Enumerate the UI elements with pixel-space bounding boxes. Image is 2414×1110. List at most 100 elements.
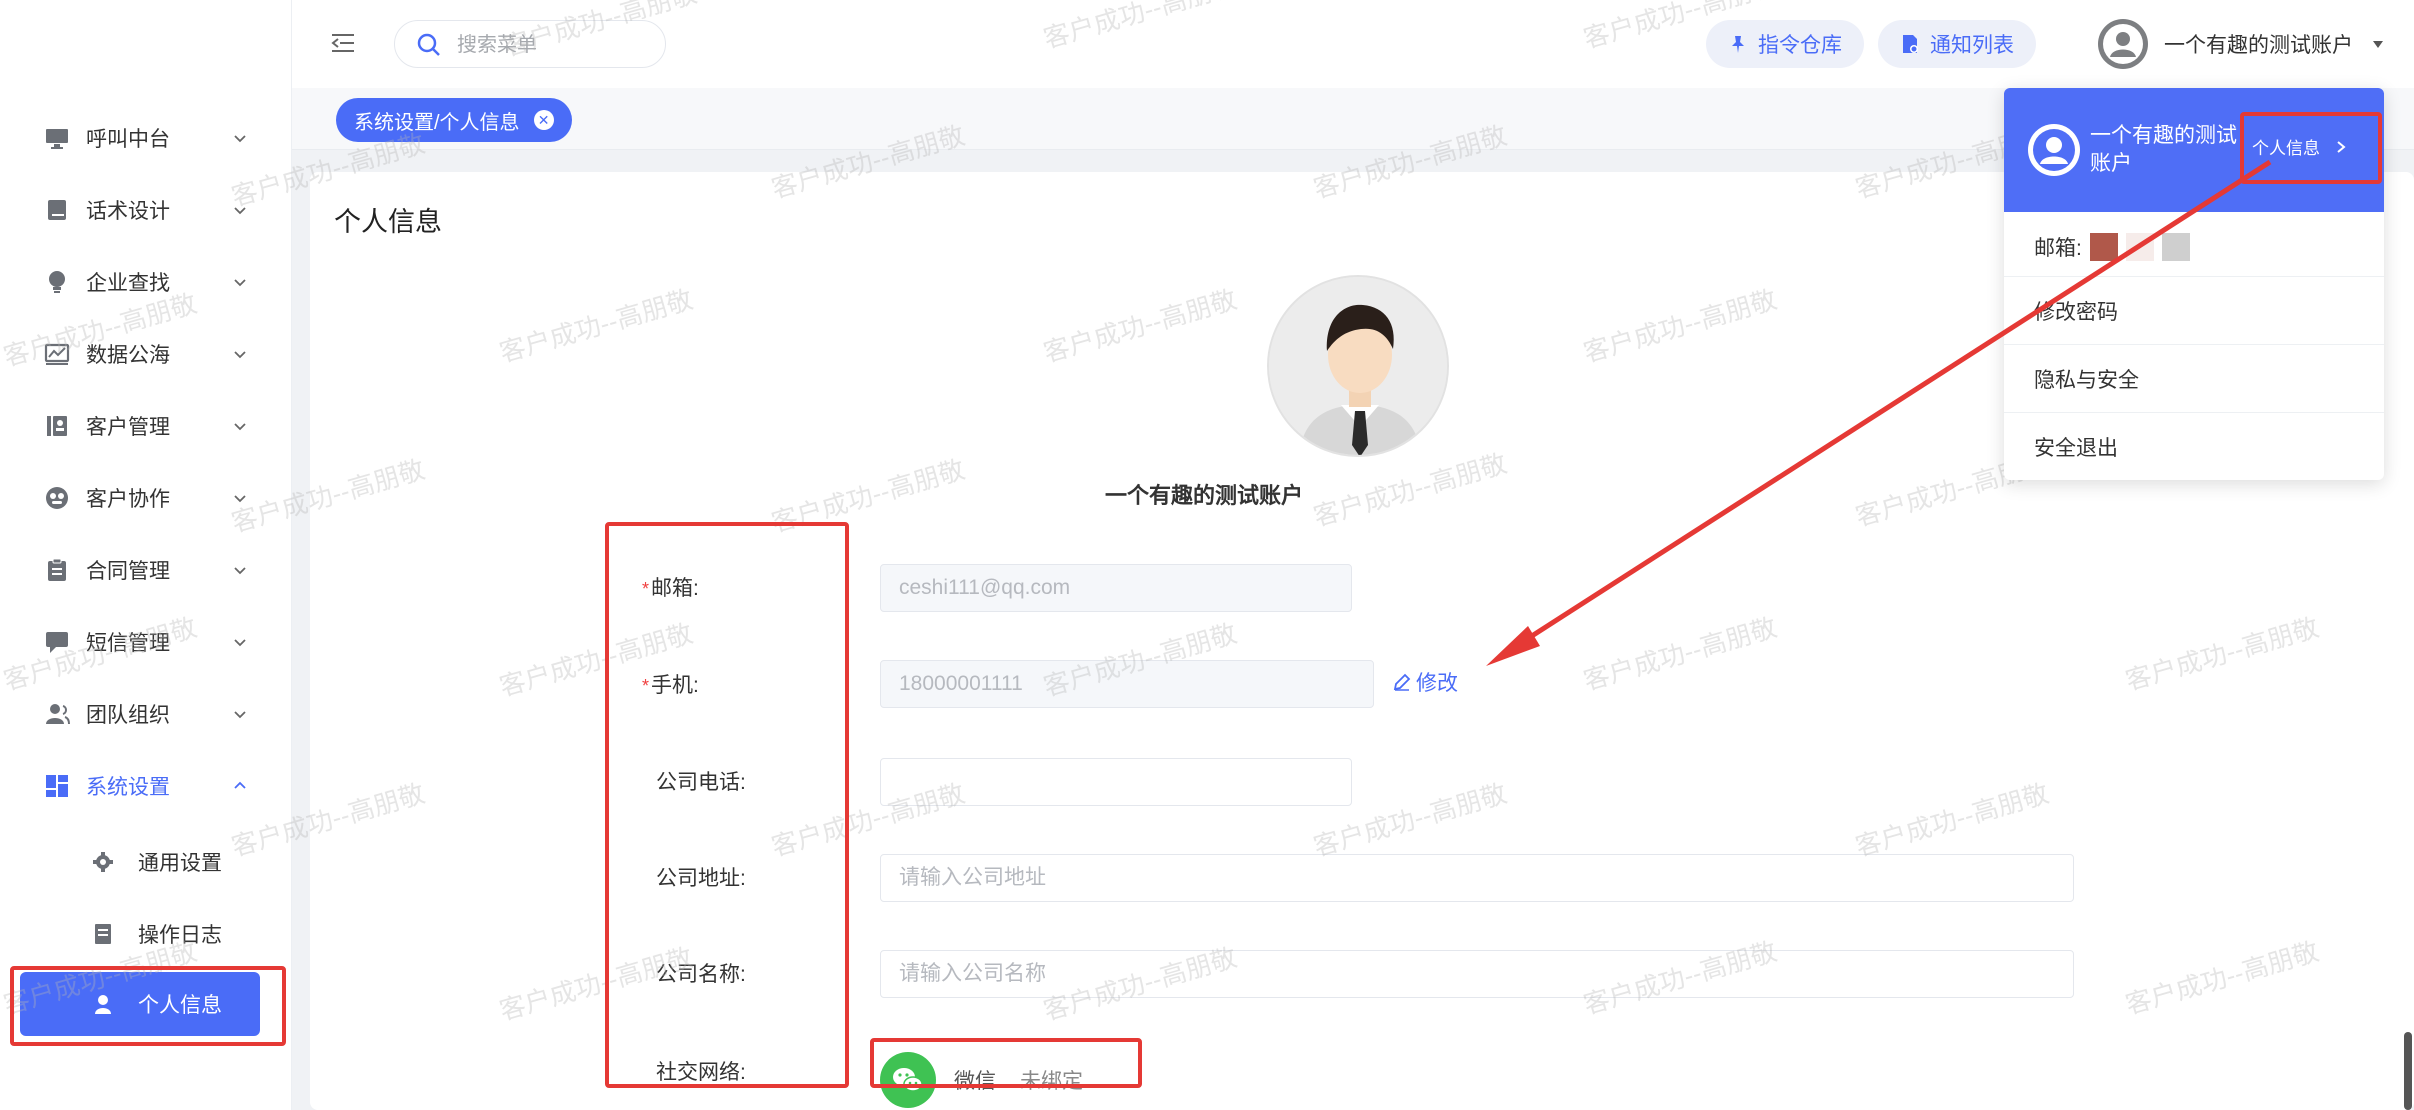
document-icon bbox=[92, 923, 114, 945]
company-name-field[interactable] bbox=[880, 950, 2074, 998]
sidebar-item-label: 个人信息 bbox=[138, 994, 222, 1017]
email-field[interactable] bbox=[880, 564, 1352, 612]
sidebar-item-label: 系统设置 bbox=[86, 776, 170, 799]
search-box bbox=[394, 20, 666, 68]
lightbulb-icon bbox=[44, 269, 70, 295]
profile-link-label: 个人信息 bbox=[2252, 139, 2320, 158]
pin-icon bbox=[1732, 36, 1744, 53]
company-address-label: 公司地址: bbox=[656, 867, 746, 890]
wechat-label: 微信 bbox=[954, 1070, 996, 1093]
sidebar: 呼叫中台 话术设计 企业查找 数据公海 客户管理 客户协作 合同管理 短信管理 … bbox=[0, 0, 292, 1110]
commands-button[interactable]: 指令仓库 bbox=[1706, 20, 1864, 68]
redacted-value bbox=[2089, 233, 2118, 261]
page-title: 个人信息 bbox=[334, 207, 442, 237]
caret-down-icon bbox=[2371, 37, 2385, 51]
chevron-down-icon bbox=[232, 130, 248, 146]
gear-icon bbox=[92, 851, 114, 873]
close-icon[interactable]: ✕ bbox=[533, 110, 554, 130]
edit-label: 修改 bbox=[1416, 672, 1458, 695]
privacy-security-item[interactable]: 隐私与安全 bbox=[2004, 344, 2384, 412]
email-label: *邮箱: bbox=[642, 572, 699, 602]
clipboard-icon bbox=[44, 557, 70, 583]
sidebar-item-company-search[interactable]: 企业查找 bbox=[0, 254, 292, 310]
tab-personal-info[interactable]: 系统设置/个人信息 ✕ bbox=[336, 98, 572, 142]
company-name-label: 公司名称: bbox=[656, 963, 746, 986]
company-phone-field[interactable] bbox=[880, 758, 1352, 806]
dropdown-email: 邮箱: bbox=[2034, 232, 2190, 262]
search-input[interactable] bbox=[457, 29, 652, 61]
phone-field[interactable] bbox=[880, 660, 1374, 708]
redacted-value bbox=[2161, 233, 2190, 261]
company-phone-label: 公司电话: bbox=[656, 771, 746, 794]
social-network-label: 社交网络: bbox=[656, 1061, 746, 1084]
dropdown-header: 一个有趣的测试账户 个人信息 bbox=[2004, 88, 2384, 212]
commands-label: 指令仓库 bbox=[1758, 34, 1842, 57]
dropdown-username: 一个有趣的测试账户 bbox=[2090, 124, 2237, 175]
sidebar-subitem-general-settings[interactable]: 通用设置 bbox=[0, 834, 292, 890]
wechat-icon[interactable] bbox=[880, 1052, 936, 1108]
chevron-up-icon bbox=[232, 778, 248, 794]
tab-label: 系统设置/个人信息 bbox=[354, 111, 520, 134]
notifications-button[interactable]: 通知列表 bbox=[1878, 20, 2036, 68]
sidebar-item-data-pool[interactable]: 数据公海 bbox=[0, 326, 292, 382]
sidebar-item-label: 客户管理 bbox=[86, 416, 170, 439]
sidebar-subitem-personal-info[interactable]: 个人信息 bbox=[20, 972, 260, 1036]
edit-phone-link[interactable]: 修改 bbox=[1392, 667, 1458, 697]
scrollbar-thumb[interactable] bbox=[2404, 1032, 2412, 1110]
chevron-down-icon bbox=[232, 562, 248, 578]
sidebar-item-call-center[interactable]: 呼叫中台 bbox=[0, 110, 292, 166]
phone-label: *手机: bbox=[642, 669, 699, 699]
search-icon[interactable] bbox=[417, 33, 441, 57]
change-password-item[interactable]: 修改密码 bbox=[2004, 276, 2384, 344]
chevron-down-icon bbox=[232, 418, 248, 434]
menu-collapse-icon[interactable] bbox=[330, 30, 356, 56]
sidebar-item-label: 团队组织 bbox=[86, 704, 170, 727]
edit-icon bbox=[1393, 673, 1411, 691]
sidebar-subitem-operation-log[interactable]: 操作日志 bbox=[0, 906, 292, 962]
email-label-text: 邮箱: bbox=[651, 577, 699, 600]
required-mark: * bbox=[642, 676, 650, 696]
sidebar-item-label: 通用设置 bbox=[138, 852, 222, 875]
sidebar-item-customer-collaboration[interactable]: 客户协作 bbox=[0, 470, 292, 526]
sidebar-item-team-organization[interactable]: 团队组织 bbox=[0, 686, 292, 742]
sidebar-item-label: 合同管理 bbox=[86, 560, 170, 583]
collaboration-icon bbox=[44, 485, 70, 511]
user-menu-trigger[interactable]: 一个有趣的测试账户 bbox=[2098, 12, 2398, 76]
message-icon bbox=[44, 629, 70, 655]
chevron-down-icon bbox=[232, 202, 248, 218]
grid-icon bbox=[44, 773, 70, 799]
sidebar-item-system-settings[interactable]: 系统设置 bbox=[0, 758, 292, 814]
profile-link[interactable]: 个人信息 bbox=[2252, 134, 2348, 159]
notifications-label: 通知列表 bbox=[1930, 34, 2014, 57]
dropdown-email-label: 邮箱: bbox=[2034, 237, 2082, 260]
profile-avatar[interactable] bbox=[1267, 275, 1449, 457]
chevron-down-icon bbox=[232, 346, 248, 362]
chart-area-icon bbox=[44, 341, 70, 367]
chevron-down-icon bbox=[232, 274, 248, 290]
sidebar-item-label: 企业查找 bbox=[86, 272, 170, 295]
avatar bbox=[2098, 19, 2148, 69]
top-header: 指令仓库 通知列表 一个有趣的测试账户 bbox=[292, 0, 2414, 88]
monitor-icon bbox=[44, 125, 70, 151]
user-icon bbox=[92, 993, 114, 1015]
logout-item[interactable]: 安全退出 bbox=[2004, 412, 2384, 480]
chevron-down-icon bbox=[232, 490, 248, 506]
sidebar-item-label: 客户协作 bbox=[86, 488, 170, 511]
sidebar-item-script-design[interactable]: 话术设计 bbox=[0, 182, 292, 238]
book-icon bbox=[44, 197, 70, 223]
sidebar-item-sms-management[interactable]: 短信管理 bbox=[0, 614, 292, 670]
required-mark: * bbox=[642, 579, 650, 599]
redacted-value bbox=[2125, 233, 2154, 261]
sidebar-item-contract-management[interactable]: 合同管理 bbox=[0, 542, 292, 598]
wechat-status: 未绑定 bbox=[1020, 1070, 1083, 1093]
sidebar-item-customer-management[interactable]: 客户管理 bbox=[0, 398, 292, 454]
chevron-down-icon bbox=[232, 706, 248, 722]
company-address-field[interactable] bbox=[880, 854, 2074, 902]
team-icon bbox=[44, 701, 70, 727]
notification-doc-icon bbox=[1903, 35, 1918, 53]
sidebar-item-label: 操作日志 bbox=[138, 924, 222, 947]
sidebar-item-label: 呼叫中台 bbox=[86, 128, 170, 151]
phone-label-text: 手机: bbox=[651, 674, 699, 697]
wechat-binding: 微信 未绑定 bbox=[880, 1052, 1083, 1108]
sidebar-item-label: 话术设计 bbox=[86, 200, 170, 223]
